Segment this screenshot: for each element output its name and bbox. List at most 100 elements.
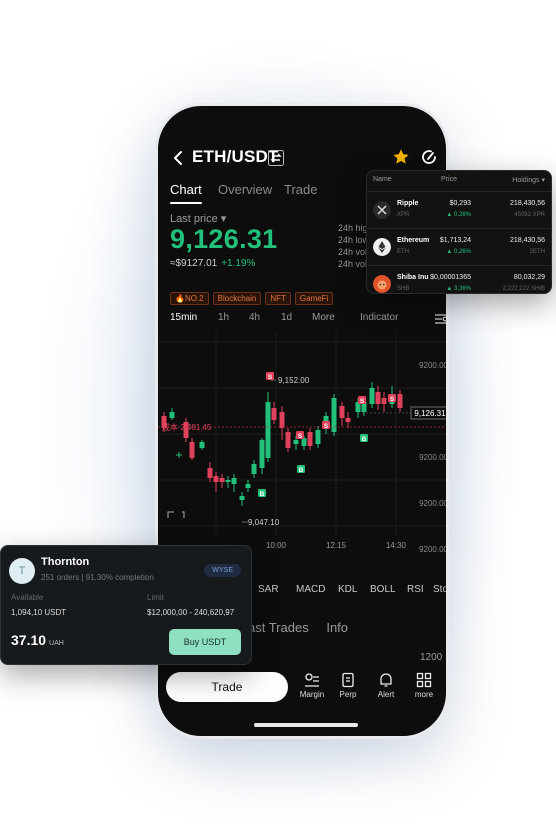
- nav-alert[interactable]: Alert: [369, 672, 403, 699]
- coin-symbol: ETH: [397, 249, 409, 255]
- indicator-menu[interactable]: Indicator: [360, 312, 398, 323]
- nav-more[interactable]: more: [407, 672, 441, 699]
- p2p-offer-card: T Thornton 251 orders | 91,30% completio…: [0, 545, 252, 665]
- x-tick-label: 12:15: [326, 541, 347, 550]
- candle-body: [339, 406, 345, 418]
- merchant-name[interactable]: Thornton: [41, 556, 89, 568]
- tab-overview[interactable]: Overview: [218, 182, 272, 197]
- buy-marker-label: B: [299, 467, 304, 474]
- current-price: 9,126.31: [170, 224, 278, 254]
- coin-symbol: XPR: [397, 212, 410, 218]
- indicator-sar[interactable]: SAR: [258, 584, 279, 595]
- sell-marker-label: S: [360, 398, 365, 405]
- ethereum-icon: [373, 238, 391, 256]
- chevron-down-icon: ▾: [541, 177, 545, 184]
- candle-body: [315, 430, 321, 444]
- bell-icon: [380, 673, 392, 687]
- interval-bar: 15min 1h 4h 1d More Indicator: [170, 312, 446, 330]
- col-price: Price: [441, 176, 457, 183]
- candle-body: [231, 478, 237, 484]
- holding-row[interactable]: Shiba Inu SHB $0,00001365 ▲ 3,36% 80,032…: [367, 265, 551, 293]
- limit-label: Limit: [147, 593, 164, 602]
- nav-label: Perp: [339, 690, 357, 699]
- tab-info[interactable]: Info: [326, 620, 348, 635]
- interval-15min[interactable]: 15min: [170, 312, 197, 323]
- y-tick-label: 9200.00: [419, 453, 448, 462]
- bottom-nav: Trade Margin Perp Alert more: [158, 666, 446, 710]
- y-tick-label: 9200.00: [419, 499, 448, 508]
- coin-name: Ripple: [397, 200, 419, 207]
- buy-marker-label: B: [362, 436, 367, 443]
- tag-rank[interactable]: 🔥NO.2: [170, 292, 209, 305]
- candle-body: [369, 388, 375, 404]
- cost-label: 成本 2,481.45: [162, 422, 212, 432]
- holding-row[interactable]: Ethereum ETH $1,713,24 ▲ 0,26% 218,430,5…: [367, 228, 551, 265]
- indicator-kdl[interactable]: KDL: [338, 584, 357, 595]
- interval-more[interactable]: More: [312, 312, 335, 323]
- tag-blockchain[interactable]: Blockchain: [212, 292, 262, 305]
- star-icon[interactable]: [392, 148, 410, 166]
- col-holdings-label: Holdings: [512, 177, 540, 184]
- depth-value: 1200: [420, 652, 443, 663]
- offer-amount: 37.10: [11, 632, 47, 648]
- indicator-boll[interactable]: BOLL: [370, 584, 396, 595]
- interval-1d[interactable]: 1d: [281, 312, 292, 323]
- indicator-macd[interactable]: MACD: [296, 584, 325, 595]
- coin-holding-sub: 2ETH: [529, 249, 545, 255]
- tab-chart[interactable]: Chart: [170, 182, 202, 204]
- coin-holding: 80,032,29: [513, 274, 545, 281]
- trade-button[interactable]: Trade: [166, 672, 288, 702]
- candle-body: [225, 480, 231, 482]
- shiba-inu-icon: [373, 275, 391, 293]
- merchant-orders: 251 orders | 91,30% completion: [41, 573, 154, 582]
- nav-margin[interactable]: Margin: [295, 672, 329, 699]
- buy-usdt-button[interactable]: Buy USDT: [169, 629, 241, 655]
- last-price-tag: 9,126.31: [414, 409, 446, 418]
- nav-perp[interactable]: Perp: [331, 672, 365, 699]
- chart-settings-icon[interactable]: [434, 312, 448, 326]
- y-tick-label: 9200.00: [419, 545, 448, 554]
- lower-tabs: ast Trades Info: [248, 620, 348, 635]
- tab-trade[interactable]: Trade: [284, 182, 317, 197]
- interval-4h[interactable]: 4h: [249, 312, 260, 323]
- candle-body: [169, 412, 175, 418]
- candle-body: [285, 432, 291, 448]
- tab-last-trades[interactable]: ast Trades: [248, 620, 309, 635]
- coin-holding: 218,430,56: [509, 200, 545, 207]
- available-label: Available: [11, 593, 44, 602]
- interval-1h[interactable]: 1h: [218, 312, 229, 323]
- sell-marker-label: S: [298, 433, 303, 440]
- swap-icon[interactable]: [268, 150, 284, 166]
- sell-marker-label: S: [324, 423, 329, 430]
- x-tick-label: 14:30: [386, 541, 407, 550]
- trading-pair-title[interactable]: ETH/USDT: [192, 147, 279, 167]
- low-price-label: 9,047.10: [248, 518, 280, 527]
- tag-gamefi[interactable]: GameFi: [294, 292, 334, 305]
- col-holdings[interactable]: Holdings ▾: [512, 176, 545, 184]
- indicator-sto[interactable]: Sto: [433, 584, 446, 595]
- indicator-bar: SAR MACD KDL BOLL RSI Sto: [258, 584, 446, 602]
- nav-label: Margin: [299, 690, 325, 699]
- candle-body: [381, 398, 387, 404]
- indicator-rsi[interactable]: RSI: [407, 584, 424, 595]
- coin-price: $0,293: [449, 200, 471, 207]
- perp-icon: [342, 672, 354, 688]
- candlestick-chart[interactable]: 9200.009200.009200.009200.009200.0010:00…: [158, 332, 449, 556]
- coin-change-value: 0,26%: [453, 249, 471, 255]
- candle-body: [239, 496, 245, 500]
- candle-body: [279, 412, 285, 428]
- y-tick-label: 9200.00: [419, 361, 448, 370]
- fullscreen-icon: [167, 511, 185, 518]
- coin-holding: 218,430,56: [509, 237, 545, 244]
- back-arrow-icon[interactable]: [170, 149, 188, 167]
- coin-symbol: SHB: [397, 286, 410, 292]
- tag-list: 🔥NO.2 Blockchain NFT GameFi: [170, 288, 337, 305]
- coin-change: ▲ 0,26%: [446, 249, 471, 255]
- price-subline: ≈$9127.01 +1.19%: [170, 258, 255, 269]
- candle-body: [189, 442, 195, 458]
- col-name: Name: [373, 176, 392, 183]
- holding-row[interactable]: Ripple XPR $0,293 ▲ 0,26% 218,430,56 450…: [367, 191, 551, 228]
- refresh-icon[interactable]: [420, 148, 438, 166]
- tag-nft[interactable]: NFT: [265, 292, 291, 305]
- candle-body: [219, 478, 225, 482]
